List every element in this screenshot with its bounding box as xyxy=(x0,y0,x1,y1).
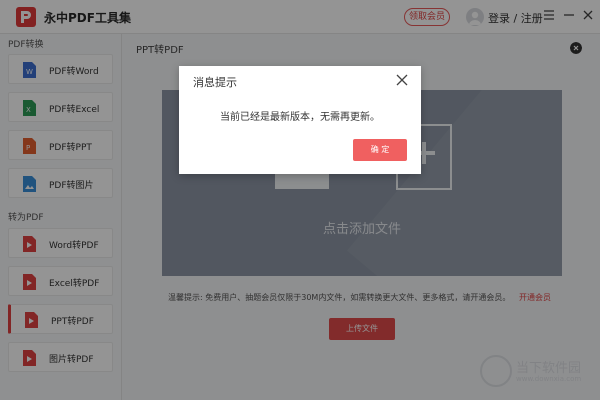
message-dialog: 消息提示 当前已经是最新版本，无需再更新。 确 定 xyxy=(179,66,421,174)
dialog-header: 消息提示 xyxy=(179,66,421,94)
dialog-message: 当前已经是最新版本，无需再更新。 xyxy=(220,112,380,123)
dialog-title: 消息提示 xyxy=(193,76,237,89)
confirm-button[interactable]: 确 定 xyxy=(353,139,407,161)
close-dialog-icon[interactable] xyxy=(396,74,408,86)
modal-overlay xyxy=(0,0,600,400)
